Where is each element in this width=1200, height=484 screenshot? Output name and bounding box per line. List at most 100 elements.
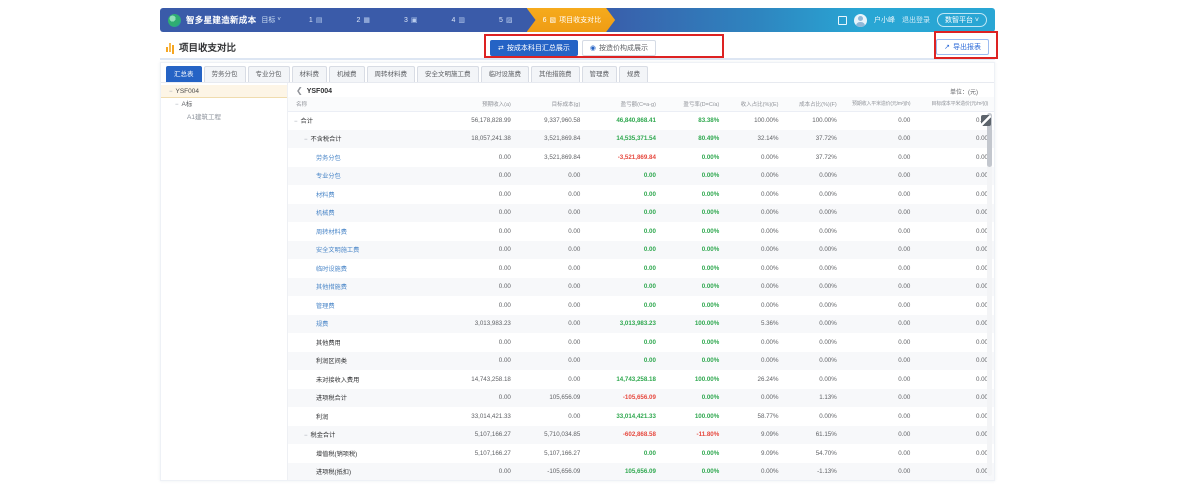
table-row[interactable]: 专业分包0.000.000.000.00%0.00%0.00%0.000.00 (288, 167, 994, 186)
cell-expected-income: 14,743,258.18 (441, 370, 517, 389)
table-row[interactable]: 周转材料费0.000.000.000.00%0.00%0.00%0.000.00 (288, 222, 994, 241)
tab-规费[interactable]: 规费 (619, 66, 648, 82)
row-collapse-icon[interactable]: − (304, 137, 308, 143)
cell-profit-amount: 0.00 (586, 167, 662, 186)
table-row[interactable]: 进项税合计0.00105,656.09-105,656.090.00%0.00%… (288, 389, 994, 408)
cell-cost-per-sqm: 0.00 (916, 148, 994, 167)
row-name-link[interactable]: 周转材料费 (316, 229, 347, 236)
tree-collapse-icon[interactable]: − (169, 89, 173, 95)
breadcrumb: YSF004 (307, 88, 332, 95)
table-row[interactable]: 临时设施费0.000.000.000.00%0.00%0.00%0.000.00 (288, 259, 994, 278)
cell-profit-amount: -105,656.09 (586, 389, 662, 408)
table-row[interactable]: 利润区间类0.000.000.000.00%0.00%0.00%0.000.00 (288, 352, 994, 371)
cell-cost-per-sqm: 0.00 (916, 167, 994, 186)
column-header: 收入占比(%)(E) (725, 97, 784, 111)
tab-周转材料费[interactable]: 周转材料费 (367, 66, 416, 82)
cell-profit-amount: 0.00 (586, 296, 662, 315)
tree-item[interactable]: −A标 (161, 98, 287, 111)
step-item[interactable]: 1▤ (309, 16, 323, 24)
row-name-link[interactable]: 规费 (316, 321, 328, 328)
cell-cost-ratio: 0.00% (785, 407, 843, 426)
table-row[interactable]: 其他措施费0.000.000.000.00%0.00%0.00%0.000.00 (288, 278, 994, 297)
app-subtitle-dropdown[interactable]: 目标 (261, 15, 275, 25)
table-row[interactable]: 材料费0.000.000.000.00%0.00%0.00%0.000.00 (288, 185, 994, 204)
cell-cost-per-sqm: 0.00 (916, 370, 994, 389)
cell-cost-ratio: 0.00% (785, 241, 843, 260)
comparison-table-area: ❮ YSF004 单位：(元) 名称预期收入(a)目标成本(g)盈亏额(C=a-… (288, 83, 994, 480)
table-row[interactable]: 管理费0.000.000.000.00%0.00%0.00%0.000.00 (288, 296, 994, 315)
row-name-link[interactable]: 管理费 (316, 303, 335, 310)
tree-item-root[interactable]: −YSF004 (161, 85, 287, 98)
row-name-link[interactable]: 专业分包 (316, 173, 341, 180)
cell-profit-rate: 83.38% (662, 111, 725, 130)
tab-劳务分包[interactable]: 劳务分包 (204, 66, 246, 82)
cell-profit-rate: 0.00% (662, 259, 725, 278)
export-report-button[interactable]: ↗ 导出报表 (936, 39, 989, 55)
resize-handle[interactable] (981, 115, 991, 126)
cell-target-cost: 9,337,960.58 (517, 111, 586, 130)
cell-income-ratio: 0.00% (725, 333, 784, 352)
cell-cost-ratio: 0.00% (785, 204, 843, 223)
step-item[interactable]: 3▣ (404, 16, 418, 24)
step-item[interactable]: 4▥ (452, 16, 466, 24)
swap-icon: ⇄ (498, 44, 504, 52)
tab-专业分包[interactable]: 专业分包 (248, 66, 290, 82)
row-name-link[interactable]: 临时设施费 (316, 266, 347, 273)
user-name[interactable]: 户小峰 (874, 15, 895, 25)
tab-安全文明施工费[interactable]: 安全文明施工费 (417, 66, 479, 82)
platform-menu-button[interactable]: 数智平台 ˅ (937, 13, 987, 27)
cell-income-ratio: 0.00% (725, 241, 784, 260)
row-name-label: 增值税(销项税) (316, 451, 357, 458)
tree-collapse-icon[interactable]: − (175, 102, 179, 108)
cell-cost-per-sqm: 0.00 (916, 241, 994, 260)
tab-材料费[interactable]: 材料费 (292, 66, 328, 82)
cell-profit-amount: 3,013,983.23 (586, 315, 662, 334)
view-by-cost-subject-button[interactable]: ⇄ 按成本科目汇总展示 (490, 40, 578, 56)
row-collapse-icon[interactable]: − (294, 119, 298, 125)
cell-income-per-sqm: 0.00 (843, 222, 917, 241)
cell-income-per-sqm: 0.00 (843, 370, 917, 389)
table-scrollbar[interactable] (987, 113, 992, 476)
table-row[interactable]: −不含税合计18,057,241.383,521,869.8414,535,37… (288, 130, 994, 149)
table-row[interactable]: −合计56,178,828.999,337,960.5846,840,868.4… (288, 111, 994, 130)
tab-其他措施费[interactable]: 其他措施费 (531, 66, 580, 82)
fullscreen-icon[interactable] (838, 16, 847, 25)
table-row[interactable]: 进项税(抵扣)0.00-105,656.09105,656.090.00%0.0… (288, 463, 994, 481)
table-row[interactable]: 利润33,014,421.330.0033,014,421.33100.00%5… (288, 407, 994, 426)
step-item[interactable]: 2▦ (356, 16, 370, 24)
step-active-tab[interactable]: 6 ▧ 项目收支对比 (527, 8, 616, 32)
cell-profit-rate: 0.00% (662, 352, 725, 371)
cell-profit-rate: 0.00% (662, 222, 725, 241)
cell-expected-income: 0.00 (441, 241, 517, 260)
avatar[interactable] (854, 14, 867, 27)
logout-link[interactable]: 退出登录 (902, 15, 930, 25)
view-by-price-structure-button[interactable]: ◉ 按造价构成展示 (582, 40, 656, 56)
table-row[interactable]: 机械费0.000.000.000.00%0.00%0.00%0.000.00 (288, 204, 994, 223)
tab-汇总表[interactable]: 汇总表 (166, 66, 202, 82)
app-logo-icon[interactable] (168, 14, 181, 27)
table-row[interactable]: 规费3,013,983.230.003,013,983.23100.00%5.3… (288, 315, 994, 334)
row-name-cell: 机械费 (288, 204, 441, 223)
table-row[interactable]: 安全文明施工费0.000.000.000.00%0.00%0.00%0.000.… (288, 241, 994, 260)
step-item[interactable]: 5▨ (499, 16, 513, 24)
table-row[interactable]: 其他费用0.000.000.000.00%0.00%0.00%0.000.00 (288, 333, 994, 352)
row-name-link[interactable]: 劳务分包 (316, 155, 341, 162)
row-name-cell: 管理费 (288, 296, 441, 315)
row-name-link[interactable]: 机械费 (316, 210, 335, 217)
cell-expected-income: 5,107,166.27 (441, 444, 517, 463)
row-name-link[interactable]: 其他措施费 (316, 284, 347, 291)
tree-item[interactable]: A1建筑工程 (161, 111, 287, 124)
tab-临时设施费[interactable]: 临时设施费 (481, 66, 530, 82)
tab-管理费[interactable]: 管理费 (582, 66, 618, 82)
row-collapse-icon[interactable]: − (304, 433, 308, 439)
table-row[interactable]: −税金合计5,107,166.275,710,034.85-602,868.58… (288, 426, 994, 445)
row-name-label: 税金合计 (311, 432, 336, 439)
cell-expected-income: 0.00 (441, 222, 517, 241)
back-chevron-icon[interactable]: ❮ (296, 86, 303, 96)
table-row[interactable]: 劳务分包0.003,521,869.84-3,521,869.840.00%0.… (288, 148, 994, 167)
tab-机械费[interactable]: 机械费 (329, 66, 365, 82)
table-row[interactable]: 未对接收入费用14,743,258.180.0014,743,258.18100… (288, 370, 994, 389)
row-name-link[interactable]: 材料费 (316, 192, 335, 199)
row-name-link[interactable]: 安全文明施工费 (316, 247, 359, 254)
table-row[interactable]: 增值税(销项税)5,107,166.275,107,166.270.000.00… (288, 444, 994, 463)
